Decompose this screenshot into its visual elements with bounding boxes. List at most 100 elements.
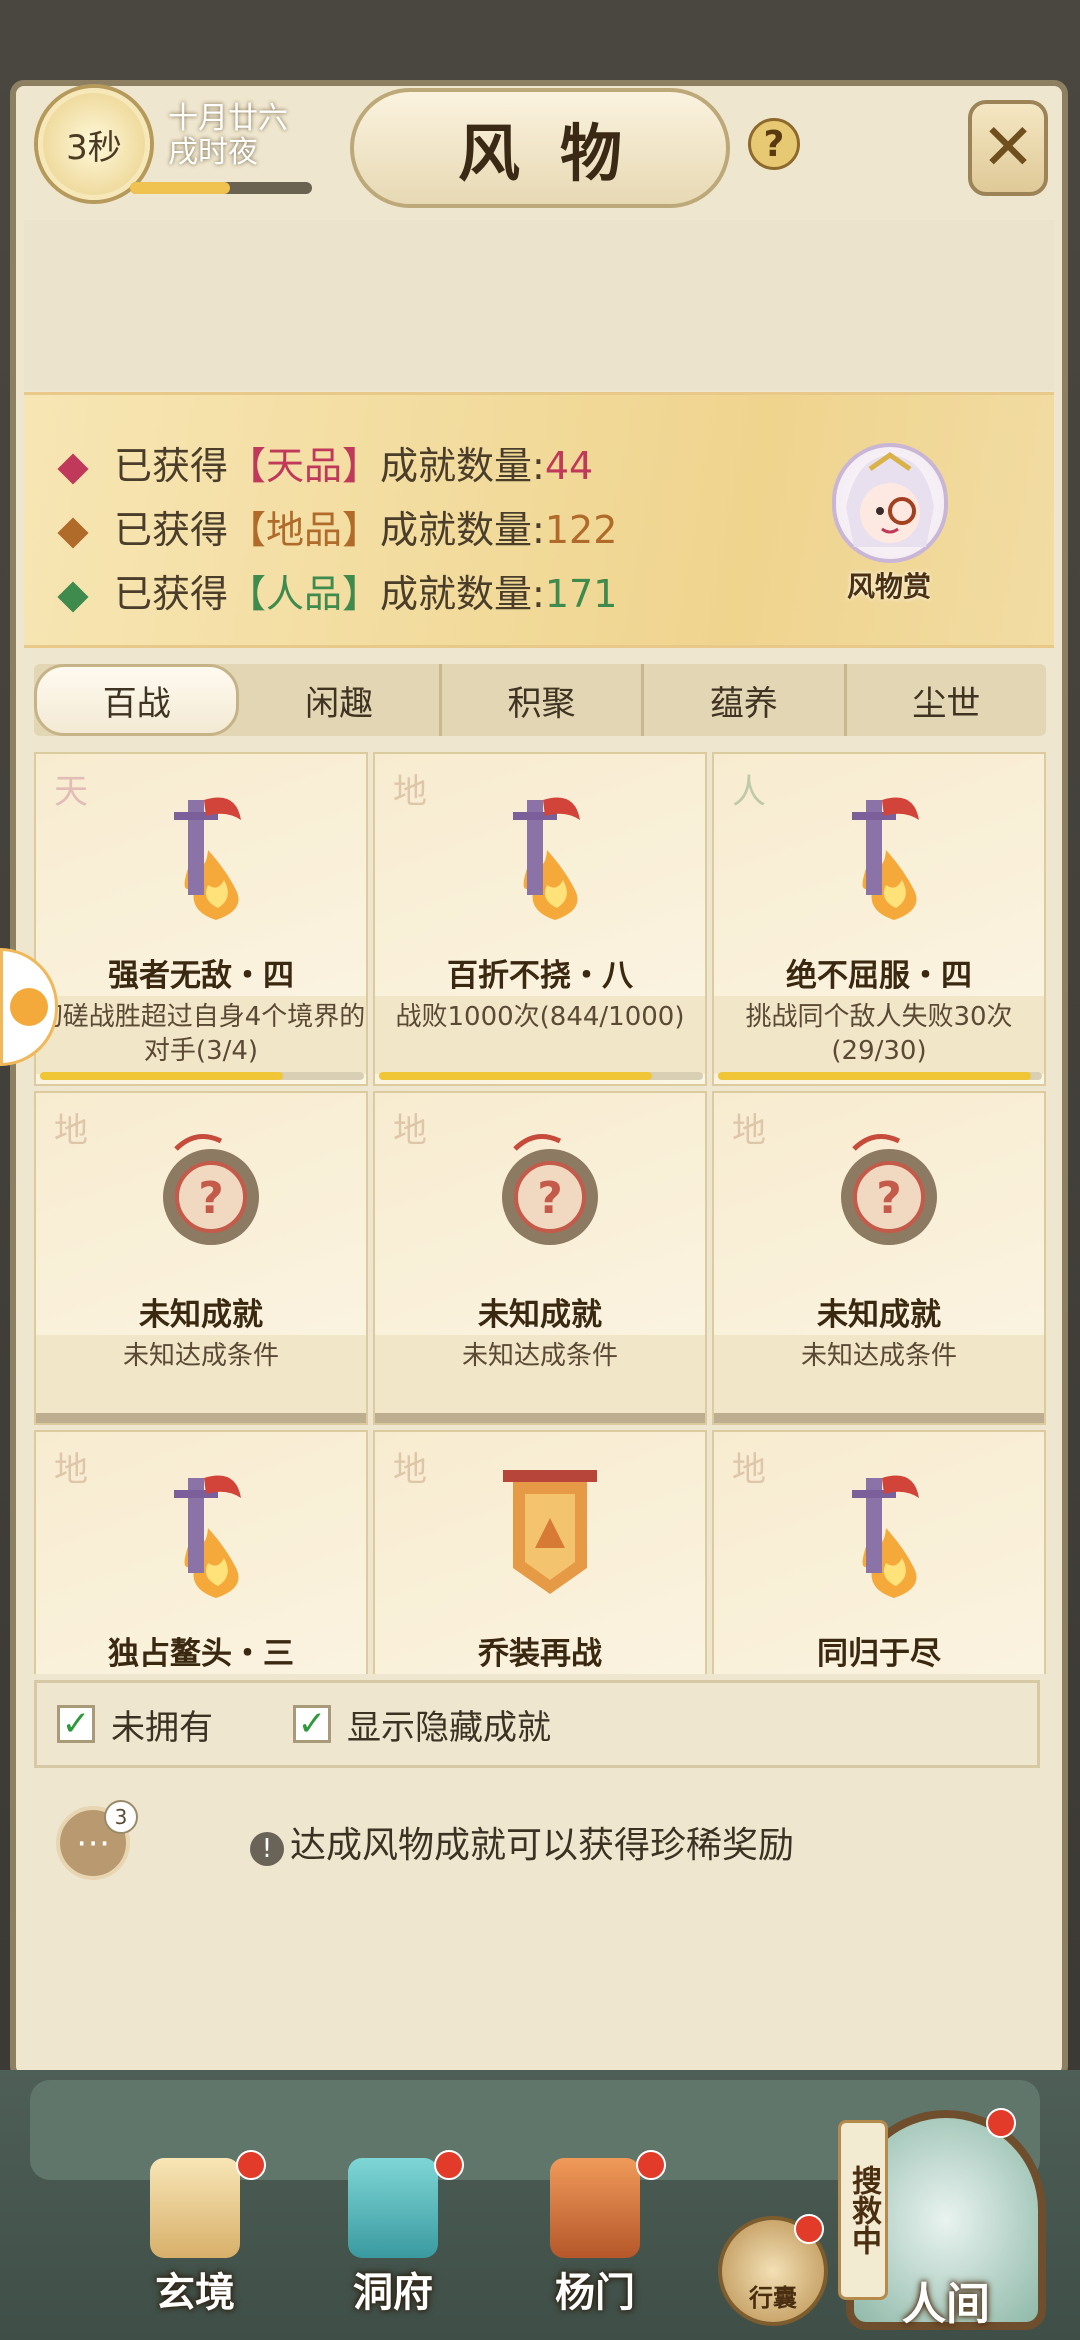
card-grade-mark: 地 (732, 1450, 766, 1490)
card-title: 未知成就 (817, 1297, 941, 1333)
card-title: 未知成就 (139, 1297, 263, 1333)
date-line-2: 戌时夜 (168, 135, 258, 170)
stat-prefix: 已获得 (114, 508, 229, 552)
close-button[interactable]: ✕ (968, 100, 1048, 196)
category-tabs: 百战 闲趣 积聚 蕴养 尘世 (34, 664, 1046, 736)
achievement-grid: 天强者无敌・四 切磋战胜超过自身4个境界的对手(3/4) 地百折不挠・八 战败1000… (34, 752, 1046, 1674)
chat-icon: ⋯ (76, 1823, 110, 1863)
svg-text:?: ? (876, 1173, 902, 1224)
tab-yunyang[interactable]: 蕴养 (644, 664, 847, 736)
tab-baizhan[interactable]: 百战 (34, 664, 240, 736)
time-progress-fill (130, 182, 231, 194)
card-grade-mark: 地 (393, 1450, 427, 1490)
card-title: 同归于尽 (817, 1636, 941, 1672)
stat-tian: 已获得【天品】成就数量:44 (57, 435, 594, 490)
diamond-icon (57, 580, 89, 613)
stat-grade: 【天品】 (228, 444, 381, 488)
notification-dot (434, 2150, 464, 2180)
achievement-card[interactable]: 天强者无敌・四 切磋战胜超过自身4个境界的对手(3/4) (34, 752, 368, 1086)
achievement-card[interactable]: 地同归于尽 (712, 1430, 1046, 1674)
mascot-avatar (832, 443, 948, 563)
card-description: 切磋战胜超过自身4个境界的对手(3/4) (36, 996, 366, 1074)
stat-suffix: 成就数量: (380, 444, 545, 488)
bag-label: 行囊 (749, 2284, 797, 2312)
info-icon: ! (250, 1832, 284, 1866)
card-grade-mark: 地 (54, 1111, 88, 1151)
card-title: 乔装再战 (478, 1636, 602, 1672)
card-title: 未知成就 (478, 1297, 602, 1333)
achievement-card[interactable]: 地百折不挠・八 战败1000次(844/1000) (373, 752, 707, 1086)
achievement-card[interactable]: 地? 未知成就 未知达成条件 (373, 1091, 707, 1425)
card-title: 百折不挠・八 (447, 958, 633, 994)
card-description: 战败1000次(844/1000) (375, 996, 705, 1074)
game-date: 十月廿六 戌时夜 (168, 102, 288, 170)
card-progress-bar (379, 1072, 703, 1080)
stat-ren: 已获得【人品】成就数量:171 (57, 563, 617, 618)
card-progress-bar (718, 1072, 1042, 1080)
nav-dongfu[interactable]: 洞府 (318, 2150, 468, 2320)
notification-dot (236, 2150, 266, 2180)
stat-suffix: 成就数量: (380, 572, 545, 616)
nav-label: 洞府 (353, 2269, 433, 2316)
tip-text: 达成风物成就可以获得珍稀奖励 (290, 1825, 795, 1866)
time-progress-bar (130, 182, 312, 194)
card-description: 未知达成条件 (714, 1335, 1044, 1413)
nav-xuanjing[interactable]: 玄境 (120, 2150, 270, 2320)
sword-flame-icon (824, 1458, 944, 1608)
sword-flame-icon (146, 780, 266, 930)
achievement-card[interactable]: 地独占鳌头・三 (34, 1430, 368, 1674)
tab-label: 闲趣 (305, 683, 374, 724)
nav-label: 杨门 (555, 2269, 635, 2316)
card-bottom-line (714, 1413, 1044, 1423)
stat-suffix: 成就数量: (380, 508, 545, 552)
page-title-text: 风物 (457, 117, 662, 190)
sword-flame-icon (146, 1458, 266, 1608)
stat-prefix: 已获得 (114, 572, 229, 616)
card-progress-fill (379, 1072, 653, 1080)
achievement-summary-banner: 已获得【天品】成就数量:44 已获得【地品】成就数量:122 已获得【人品】成就… (24, 392, 1054, 648)
nav-yangmen[interactable]: 杨门 (520, 2150, 670, 2320)
diamond-icon (57, 452, 89, 485)
achievement-card[interactable]: 地? 未知成就 未知达成条件 (712, 1091, 1046, 1425)
bag-button[interactable]: 行囊 (718, 2214, 828, 2326)
tab-label: 蕴养 (709, 683, 778, 724)
stat-prefix: 已获得 (114, 444, 229, 488)
fengwu-reward-button[interactable]: 风物赏 (814, 435, 964, 615)
mascot-icon (846, 451, 934, 547)
tab-label: 尘世 (912, 683, 981, 724)
checkbox-checked-icon: ✓ (293, 1704, 331, 1744)
help-button[interactable]: ? (748, 118, 800, 170)
card-grade-mark: 地 (54, 1450, 88, 1490)
close-icon: ✕ (981, 111, 1035, 185)
chat-badge: 3 (104, 1800, 138, 1834)
reward-tip: ! 达成风物成就可以获得珍稀奖励 (250, 1816, 794, 1868)
stat-grade: 【人品】 (228, 572, 381, 616)
filter-label: 显示隐藏成就 (347, 1707, 551, 1748)
tab-xianqu[interactable]: 闲趣 (239, 664, 442, 736)
search-rescue-tag[interactable]: 搜救中 (838, 2120, 888, 2300)
notification-dot (794, 2214, 824, 2244)
filter-bar: ✓ 未拥有 ✓ 显示隐藏成就 (34, 1680, 1040, 1768)
card-grade-mark: 天 (54, 772, 88, 812)
achievement-card[interactable]: 人绝不屈服・四 挑战同个敌人失败30次(29/30) (712, 752, 1046, 1086)
tab-label: 积聚 (507, 683, 576, 724)
tab-jiju[interactable]: 积聚 (442, 664, 645, 736)
achievement-card[interactable]: 地? 未知成就 未知达成条件 (34, 1091, 368, 1425)
card-progress-fill (40, 1072, 283, 1080)
mascot-label: 风物赏 (846, 570, 931, 603)
achievement-card[interactable]: 地乔装再战 (373, 1430, 707, 1674)
checkbox-checked-icon: ✓ (57, 1704, 95, 1744)
page-title: 风物 (350, 88, 730, 208)
card-grade-mark: 人 (732, 772, 766, 812)
date-line-1: 十月廿六 (168, 101, 288, 136)
chat-button[interactable]: ⋯ 3 (56, 1800, 138, 1880)
filter-not-owned[interactable]: ✓ 未拥有 (57, 1700, 213, 1749)
tab-chenshi[interactable]: 尘世 (847, 664, 1046, 736)
nav-label: 玄境 (155, 2269, 235, 2316)
card-bottom-line (375, 1413, 705, 1423)
card-grade-mark: 地 (393, 1111, 427, 1151)
stat-count: 44 (544, 444, 594, 488)
filter-show-hidden[interactable]: ✓ 显示隐藏成就 (293, 1700, 551, 1749)
blank-area (24, 220, 1054, 390)
filter-label: 未拥有 (111, 1707, 213, 1748)
